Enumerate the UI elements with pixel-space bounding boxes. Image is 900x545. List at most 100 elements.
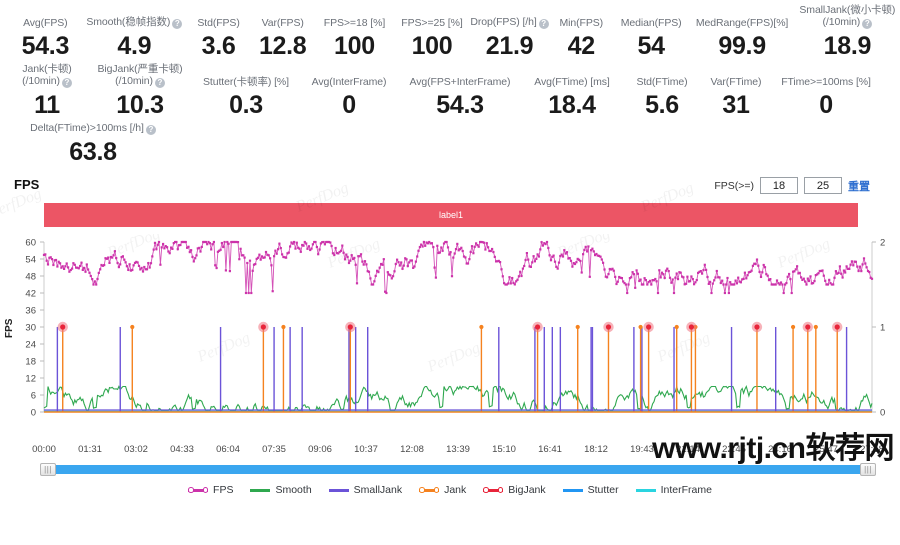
svg-text:PerfDog: PerfDog <box>194 329 252 366</box>
metric-value: 5.6 <box>645 91 679 119</box>
svg-text:42: 42 <box>25 289 36 300</box>
metric-value: 18.9 <box>823 32 872 60</box>
label-banner[interactable]: label1 <box>44 203 858 227</box>
legend-item[interactable]: Smooth <box>250 484 312 496</box>
metric-card: Median(FPS) 54 <box>613 17 690 63</box>
metric-card: Jank(卡顿) (/10min)? 11 <box>8 63 86 122</box>
legend-item[interactable]: Stutter <box>562 484 619 496</box>
legend-label: BigJank <box>508 484 546 496</box>
metric-label: Jank(卡顿) (/10min)? <box>22 63 72 88</box>
metric-label: SmallJank(微小卡顿) (/10min)? <box>799 4 896 29</box>
metric-card: Std(FTime) 5.6 <box>624 76 700 122</box>
legend-item[interactable]: FPS <box>188 484 233 496</box>
metric-card: Delta(FTime)>100ms [/h]? 63.8 <box>18 122 168 169</box>
help-icon[interactable]: ? <box>154 78 165 88</box>
legend-label: FPS <box>213 484 234 496</box>
x-tick-label: 16:41 <box>538 444 562 455</box>
x-tick-label: 18:12 <box>584 444 608 455</box>
legend-swatch <box>328 485 349 495</box>
x-tick-label: 01:31 <box>78 444 102 455</box>
grip-lines-icon: ||| <box>44 464 52 474</box>
svg-text:0: 0 <box>31 408 36 419</box>
metric-label: Avg(FTime) [ms] <box>534 76 610 88</box>
chart-title: FPS <box>14 177 40 192</box>
svg-text:6: 6 <box>31 391 36 402</box>
metric-label: Smooth(稳帧指数)? <box>86 16 183 29</box>
metric-value: 0 <box>819 91 833 119</box>
metric-value: 4.9 <box>117 32 152 60</box>
help-icon[interactable]: ? <box>172 19 183 29</box>
legend-label: Smooth <box>275 484 312 496</box>
chart-header: FPS FPS(>=) 重置 PerfDog PerfDog PerfDog <box>0 173 900 222</box>
metric-label: FPS>=25 [%] <box>401 17 463 29</box>
metrics-row-3: Delta(FTime)>100ms [/h]? 63.8 <box>0 122 900 169</box>
metric-label: Min(FPS) <box>559 17 604 29</box>
legend-swatch <box>250 485 271 495</box>
plot-area: FPS Jank 06121824303642485460012PerfDogP… <box>0 234 900 444</box>
metric-label: Median(FPS) <box>620 17 682 29</box>
scrollbar-handle-left[interactable]: ||| <box>40 463 56 476</box>
legend-swatch <box>419 485 440 495</box>
metric-label: Avg(FPS+InterFrame) <box>409 76 511 88</box>
metric-label: FPS>=18 [%] <box>323 17 386 29</box>
metric-card: Var(FTime) 31 <box>700 76 772 122</box>
metric-label: Delta(FTime)>100ms [/h]? <box>30 122 156 135</box>
chart-legend: FPS Smooth SmallJank Jank BigJank Stutter Inte… <box>0 481 900 499</box>
metric-card: MedRange(FPS)[%] 99.9 <box>689 17 794 63</box>
metric-value: 54.3 <box>21 32 70 60</box>
help-icon[interactable]: ? <box>862 19 873 29</box>
metric-label: Avg(InterFrame) <box>311 76 387 88</box>
fps-threshold-controls: FPS(>=) 重置 <box>714 177 870 194</box>
svg-text:60: 60 <box>25 238 36 249</box>
legend-item[interactable]: BigJank <box>483 484 546 496</box>
metric-card: Smooth(稳帧指数)? 4.9 <box>83 16 186 63</box>
metric-value: 18.4 <box>548 91 596 119</box>
metric-card: Avg(InterFrame) 0 <box>298 76 400 122</box>
x-tick-label: 06:04 <box>216 444 240 455</box>
fps-min-input[interactable] <box>760 177 798 194</box>
perfdog-fps-report: Avg(FPS) 54.3 Smooth(稳帧指数)? 4.9 Std(FPS) 3.6 V… <box>0 0 900 545</box>
metric-label: Var(FPS) <box>261 17 304 29</box>
fps-max-input[interactable] <box>804 177 842 194</box>
metric-value: 54 <box>637 32 666 60</box>
svg-text:PerfDog: PerfDog <box>654 329 712 366</box>
legend-swatch <box>188 485 209 495</box>
metrics-row-2: Jank(卡顿) (/10min)? 11 BigJank(严重卡顿) (/10min)… <box>0 63 900 122</box>
metric-card: Var(FPS) 12.8 <box>251 17 314 63</box>
metric-value: 0.3 <box>229 91 263 119</box>
svg-text:48: 48 <box>25 272 36 283</box>
help-icon[interactable]: ? <box>61 78 72 88</box>
fps-plot-svg[interactable]: 06121824303642485460012PerfDog PerfDog Per… <box>0 234 900 439</box>
legend-item[interactable]: SmallJank <box>328 484 402 496</box>
legend-label: InterFrame <box>660 484 712 496</box>
legend-swatch <box>483 485 504 495</box>
metric-value: 100 <box>411 32 453 60</box>
metric-card: Drop(FPS) [/h]? 21.9 <box>469 16 549 63</box>
metric-value: 11 <box>34 91 60 119</box>
metric-card: FPS>=18 [%] 100 <box>314 17 394 63</box>
metric-label: Std(FPS) <box>197 17 240 29</box>
svg-text:0: 0 <box>880 408 885 419</box>
metric-card: Std(FPS) 3.6 <box>186 17 251 63</box>
svg-text:36: 36 <box>25 306 36 317</box>
metric-value: 54.3 <box>436 91 484 119</box>
fps-filter-label: FPS(>=) <box>714 179 754 192</box>
metric-label: Avg(FPS) <box>23 17 68 29</box>
metric-label: BigJank(严重卡顿) (/10min)? <box>97 63 183 88</box>
metric-value: 31 <box>722 91 750 119</box>
fps-chart-panel: FPS FPS(>=) 重置 PerfDog PerfDog PerfDog l… <box>0 173 900 499</box>
x-tick-label: 03:02 <box>124 444 148 455</box>
legend-item[interactable]: InterFrame <box>635 484 712 496</box>
metric-value: 12.8 <box>258 32 307 60</box>
reset-button[interactable]: 重置 <box>848 178 870 194</box>
help-icon[interactable]: ? <box>538 19 549 29</box>
metric-label: MedRange(FPS)[%] <box>695 17 789 29</box>
svg-text:PerfDog: PerfDog <box>424 339 482 376</box>
legend-item[interactable]: Jank <box>419 484 466 496</box>
metric-value: 63.8 <box>69 138 117 166</box>
metrics-summary: Avg(FPS) 54.3 Smooth(稳帧指数)? 4.9 Std(FPS) 3.6 V… <box>0 0 900 169</box>
metric-card: SmallJank(微小卡顿) (/10min)? 18.9 <box>795 4 900 63</box>
metric-value: 10.3 <box>116 91 164 119</box>
help-icon[interactable]: ? <box>145 125 156 135</box>
metric-value: 3.6 <box>201 32 236 60</box>
